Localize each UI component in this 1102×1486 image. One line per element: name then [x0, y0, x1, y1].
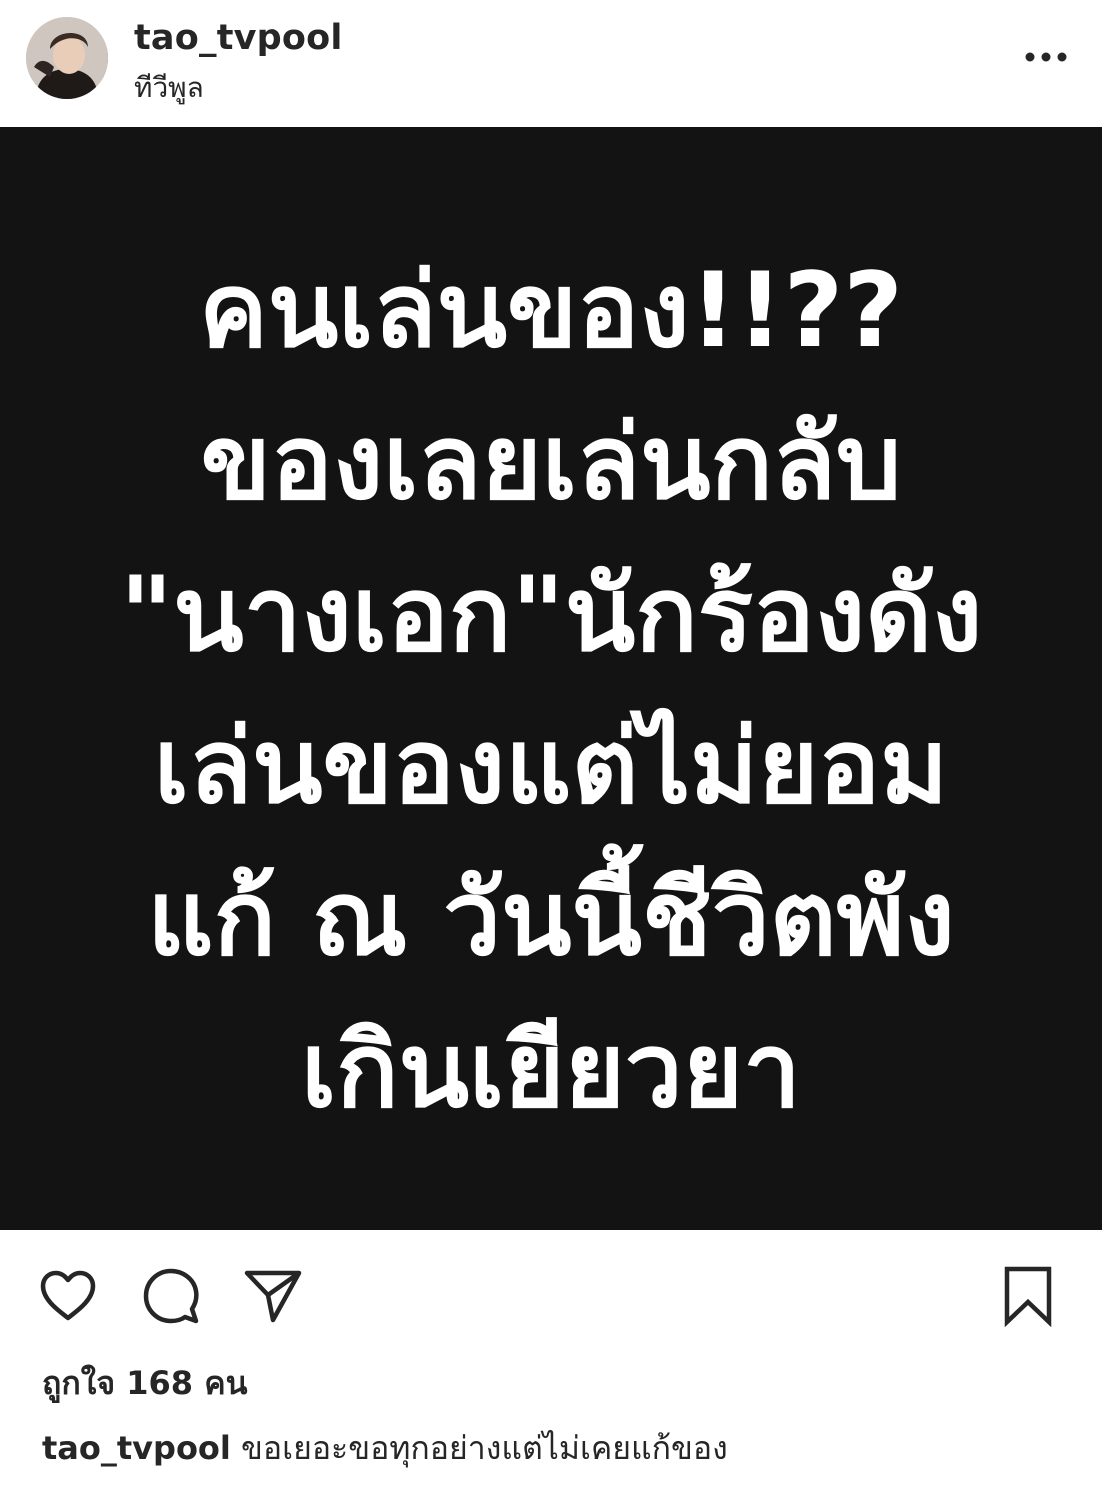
header-location[interactable]: ทีวีพูล — [134, 66, 204, 110]
caption-username[interactable]: tao_tvpool — [42, 1429, 231, 1467]
comment-icon[interactable] — [140, 1265, 202, 1327]
post-caption: tao_tvpool ขอเยอะขอทุกอย่างแต่ไม่เคยแก้ข… — [42, 1423, 1072, 1474]
post-image-line: คนเล่นของ!!?? — [198, 251, 904, 371]
profile-avatar[interactable] — [26, 17, 108, 99]
caption-text: ขอเยอะขอทุกอย่างแต่ไม่เคยแก้ของ — [241, 1429, 728, 1467]
send-icon[interactable] — [242, 1265, 304, 1327]
post-image-line: เกินเยียวยา — [301, 1011, 801, 1131]
post-image-line: เล่นของแต่ไม่ยอม — [153, 707, 949, 827]
post-image-line: "นางเอก"นักร้องดัง — [119, 555, 983, 675]
more-options-icon[interactable] — [1018, 40, 1074, 74]
bookmark-icon[interactable] — [997, 1265, 1059, 1327]
heart-icon[interactable] — [37, 1265, 99, 1327]
likes-count[interactable]: ถูกใจ 168 คน — [42, 1358, 247, 1409]
post-image-line: แก้ ณ วันนี้ชีวิตพัง — [147, 859, 955, 979]
header-username[interactable]: tao_tvpool — [134, 18, 343, 58]
avatar-photo — [26, 17, 108, 99]
post-image-text: คนเล่นของ!!?? ของเลยเล่นกลับ "นางเอก"นัก… — [0, 235, 1102, 1147]
post-image-line: ของเลยเล่นกลับ — [200, 403, 902, 523]
post-header: tao_tvpool ทีวีพูล — [0, 0, 1102, 127]
action-bar — [0, 1230, 1102, 1360]
